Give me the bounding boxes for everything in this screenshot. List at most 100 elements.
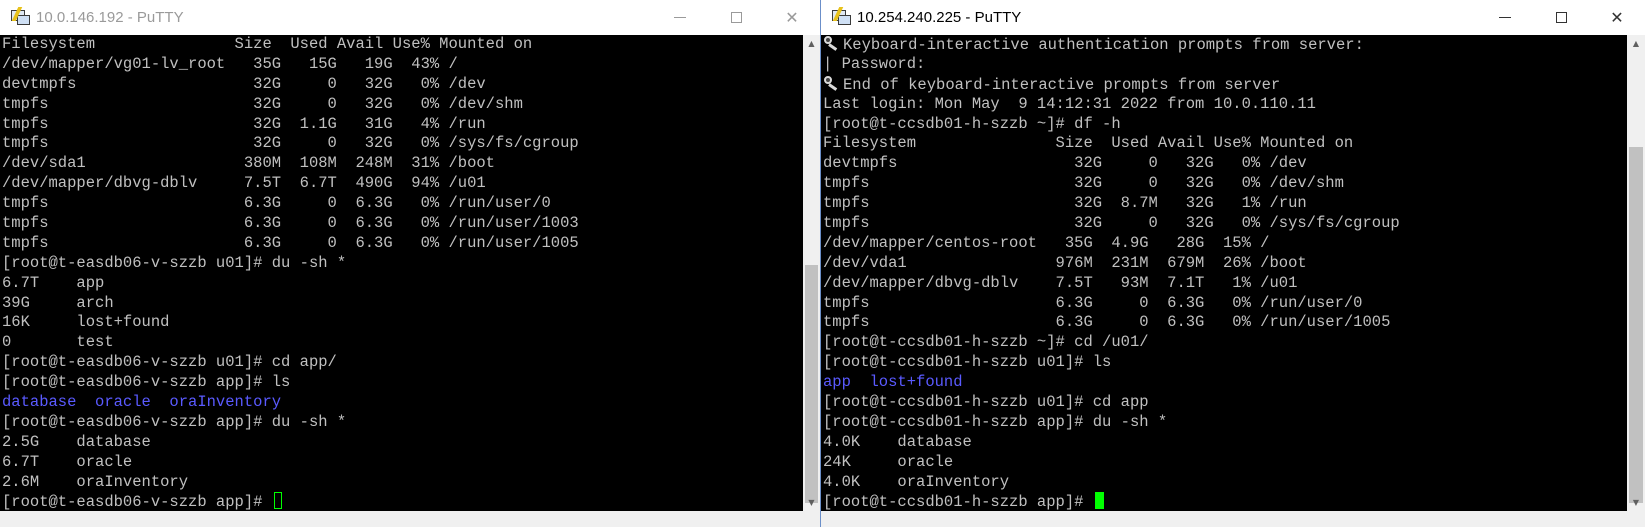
terminal-line-text: 24K oracle (823, 452, 954, 471)
terminal-line-text: [root@t-easdb06-v-szzb app]# du -sh * (2, 412, 347, 431)
putty-window-right[interactable]: 10.254.240.225 - PuTTY ✕ Keyboard-intera… (820, 0, 1645, 527)
terminal-line-text: Last login: Mon May 9 14:12:31 2022 from… (823, 94, 1316, 113)
terminal-line: 24K oracle (823, 453, 1627, 473)
terminal-line: /dev/mapper/vg01-lv_root 35G 15G 19G 43%… (2, 55, 803, 75)
maximize-icon (1555, 11, 1567, 23)
close-icon: ✕ (1610, 7, 1624, 27)
title-bar[interactable]: 10.0.146.192 - PuTTY ✕ (0, 0, 820, 34)
putty-icon[interactable] (831, 7, 851, 27)
terminal-line: | Password: (823, 55, 1627, 75)
terminal-line-text: tmpfs 6.3G 0 6.3G 0% /run/user/1003 (2, 214, 579, 233)
close-button[interactable]: ✕ (764, 0, 820, 34)
window-bottom-edge (0, 511, 820, 527)
terminal-line: [root@t-easdb06-v-szzb u01]# cd app/ (2, 353, 803, 373)
terminal-line: /dev/vda1 976M 231M 679M 26% /boot (823, 254, 1627, 274)
key-icon (823, 75, 839, 91)
terminal-line: Filesystem Size Used Avail Use% Mounted … (2, 35, 803, 55)
terminal-line: tmpfs 32G 1.1G 31G 4% /run (2, 115, 803, 135)
window-title: 10.254.240.225 - PuTTY (857, 8, 1022, 26)
terminal-line: 16K lost+found (2, 313, 803, 333)
putty-icon[interactable] (10, 7, 30, 27)
putty-window-left[interactable]: 10.0.146.192 - PuTTY ✕ Filesystem Size U… (0, 0, 820, 527)
scroll-up-arrow-icon[interactable]: ▲ (803, 35, 820, 52)
terminal-output[interactable]: Filesystem Size Used Avail Use% Mounted … (0, 35, 803, 511)
close-button[interactable]: ✕ (1589, 0, 1645, 34)
scroll-up-arrow-icon[interactable]: ▲ (1627, 35, 1645, 52)
terminal-line-text: devtmpfs 32G 0 32G 0% /dev (823, 154, 1307, 173)
terminal-line-text: /dev/sda1 380M 108M 248M 31% /boot (2, 154, 495, 173)
prompt-line[interactable]: [root@t-ccsdb01-h-szzb app]# (823, 492, 1627, 511)
terminal-line: 2.6M oraInventory (2, 473, 803, 493)
terminal-line: Filesystem Size Used Avail Use% Mounted … (823, 134, 1627, 154)
terminal-line-text: 2.6M oraInventory (2, 472, 189, 491)
window-title: 10.0.146.192 - PuTTY (36, 8, 184, 26)
terminal-line-text: tmpfs 32G 0 32G 0% /sys/fs/cgroup (823, 214, 1400, 233)
terminal-output[interactable]: Keyboard-interactive authentication prom… (821, 35, 1627, 511)
vertical-scrollbar[interactable]: ▲ ▼ (803, 35, 820, 511)
title-bar[interactable]: 10.254.240.225 - PuTTY ✕ (821, 0, 1645, 34)
scrollbar-thumb[interactable] (1629, 147, 1643, 503)
key-icon (823, 35, 839, 51)
terminal-line-text: tmpfs 32G 8.7M 32G 1% /run (823, 194, 1307, 213)
terminal-line: devtmpfs 32G 0 32G 0% /dev (823, 154, 1627, 174)
terminal-line: End of keyboard-interactive prompts from… (823, 75, 1627, 95)
terminal-line-text: tmpfs 6.3G 0 6.3G 0% /run/user/0 (823, 293, 1363, 312)
terminal-line: /dev/mapper/dbvg-dblv 7.5T 6.7T 490G 94%… (2, 174, 803, 194)
terminal-line: Last login: Mon May 9 14:12:31 2022 from… (823, 95, 1627, 115)
terminal-line-text: /dev/mapper/dbvg-dblv 7.5T 93M 7.1T 1% /… (823, 273, 1298, 292)
terminal-line-text: 6.7T app (2, 273, 105, 292)
scroll-down-arrow-icon[interactable]: ▼ (1627, 494, 1645, 511)
terminal-line: tmpfs 32G 0 32G 0% /sys/fs/cgroup (2, 134, 803, 154)
scroll-down-arrow-icon[interactable]: ▼ (803, 494, 820, 511)
terminal-line-text: 6.7T oracle (2, 452, 133, 471)
terminal-line-text: /dev/mapper/dbvg-dblv 7.5T 6.7T 490G 94%… (2, 174, 486, 193)
scrollbar-thumb[interactable] (805, 265, 818, 503)
terminal-line: [root@t-ccsdb01-h-szzb u01]# cd app (823, 393, 1627, 413)
terminal-line: [root@t-easdb06-v-szzb app]# du -sh * (2, 413, 803, 433)
terminal-line-text: /dev/mapper/centos-root 35G 4.9G 28G 15%… (823, 233, 1270, 252)
prompt-text: [root@t-ccsdb01-h-szzb app]# (823, 493, 1093, 511)
terminal-line: /dev/mapper/dbvg-dblv 7.5T 93M 7.1T 1% /… (823, 274, 1627, 294)
terminal-line-text: tmpfs 6.3G 0 6.3G 0% /run/user/1005 (2, 233, 579, 252)
terminal-line: 0 test (2, 333, 803, 353)
terminal-line: tmpfs 6.3G 0 6.3G 0% /run/user/1005 (2, 234, 803, 254)
window-controls: ✕ (652, 0, 820, 34)
terminal-line: tmpfs 32G 0 32G 0% /dev/shm (2, 95, 803, 115)
maximize-icon (730, 11, 742, 23)
window-controls: ✕ (1477, 0, 1645, 34)
terminal-line: 4.0K oraInventory (823, 473, 1627, 493)
terminal-line: [root@t-ccsdb01-h-szzb app]# du -sh * (823, 413, 1627, 433)
prompt-line[interactable]: [root@t-easdb06-v-szzb app]# (2, 492, 803, 511)
maximize-button[interactable] (708, 0, 764, 34)
terminal-line: [root@t-easdb06-v-szzb app]# ls (2, 373, 803, 393)
terminal-line: database oracle oraInventory (2, 393, 803, 413)
minimize-icon (1499, 16, 1511, 18)
terminal-line-text: devtmpfs 32G 0 32G 0% /dev (2, 74, 486, 93)
terminal-line: tmpfs 6.3G 0 6.3G 0% /run/user/1003 (2, 214, 803, 234)
terminal-line-text: [root@t-ccsdb01-h-szzb ~]# df -h (823, 114, 1121, 133)
terminal-line: tmpfs 32G 0 32G 0% /dev/shm (823, 174, 1627, 194)
vertical-scrollbar[interactable]: ▲ ▼ (1627, 35, 1645, 511)
terminal-line: 6.7T app (2, 274, 803, 294)
terminal-line-text: [root@t-easdb06-v-szzb app]# ls (2, 373, 291, 392)
terminal-line-text: [root@t-easdb06-v-szzb u01]# cd app/ (2, 353, 337, 372)
terminal-line-text: database oracle oraInventory (2, 393, 282, 412)
terminal-line: [root@t-ccsdb01-h-szzb ~]# df -h (823, 115, 1627, 135)
terminal-line-text: [root@t-ccsdb01-h-szzb ~]# cd /u01/ (823, 333, 1149, 352)
terminal-line: 4.0K database (823, 433, 1627, 453)
terminal-line: [root@t-ccsdb01-h-szzb u01]# ls (823, 353, 1627, 373)
cursor-icon (1094, 492, 1104, 510)
terminal-line: 39G arch (2, 294, 803, 314)
maximize-button[interactable] (1533, 0, 1589, 34)
terminal-line-text: app lost+found (823, 373, 963, 392)
terminal-line-text: 39G arch (2, 293, 114, 312)
terminal-line: app lost+found (823, 373, 1627, 393)
terminal-line-text: [root@t-ccsdb01-h-szzb app]# du -sh * (823, 412, 1168, 431)
terminal-line-text: tmpfs 32G 0 32G 0% /dev/shm (2, 94, 523, 113)
terminal-line: /dev/sda1 380M 108M 248M 31% /boot (2, 154, 803, 174)
terminal-line: devtmpfs 32G 0 32G 0% /dev (2, 75, 803, 95)
terminal-line-text: End of keyboard-interactive prompts from… (843, 75, 1281, 94)
minimize-button[interactable] (1477, 0, 1533, 34)
terminal-line-text: 0 test (2, 333, 114, 352)
minimize-button[interactable] (652, 0, 708, 34)
